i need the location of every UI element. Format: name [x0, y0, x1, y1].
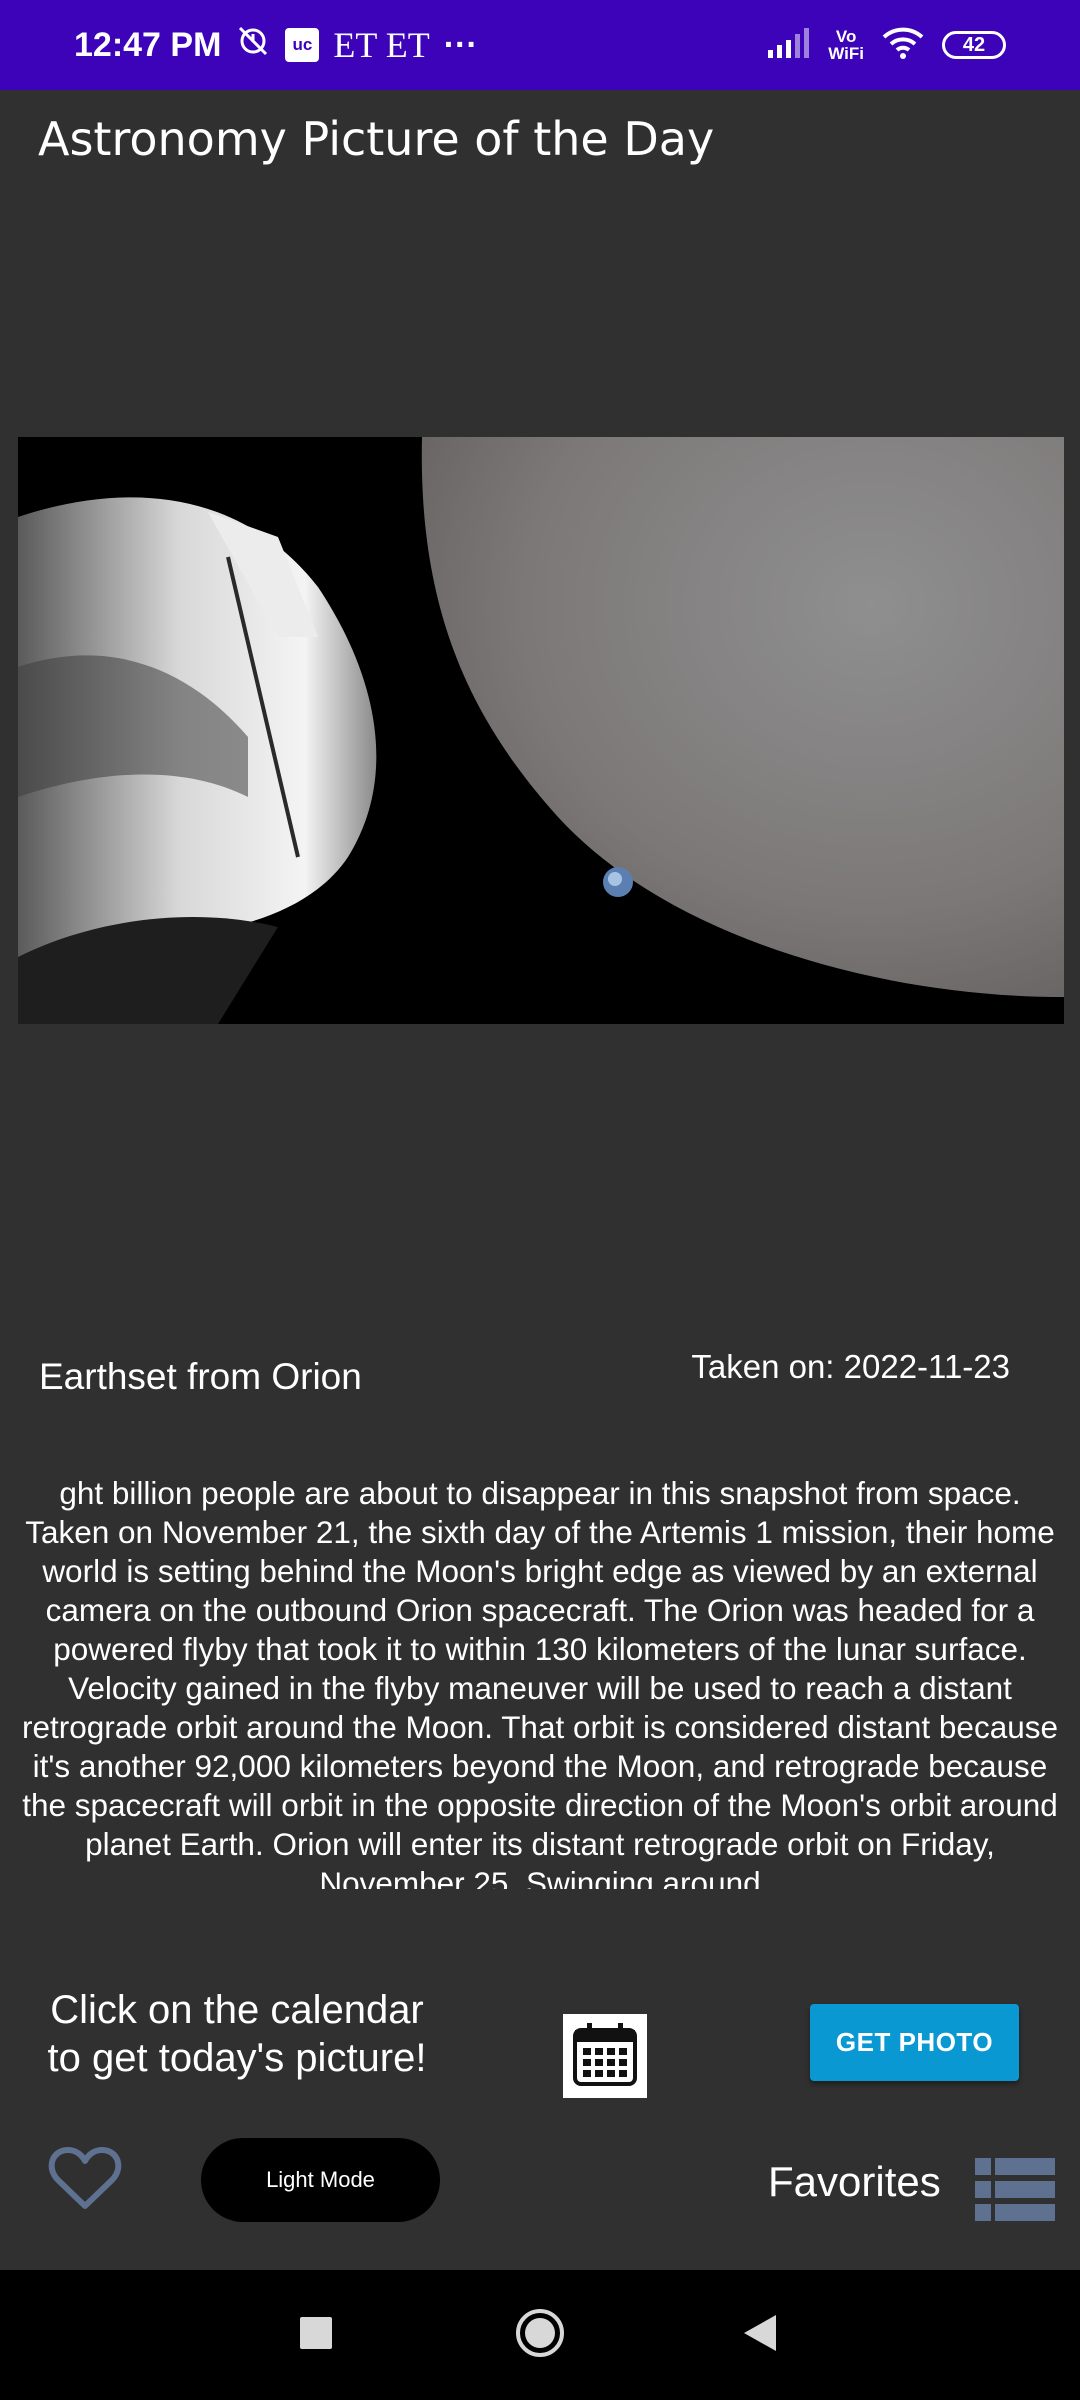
system-nav-bar [0, 2270, 1080, 2400]
wifi-icon [882, 27, 924, 64]
calendar-icon [571, 2020, 639, 2093]
taken-on-date: Taken on: 2022-11-23 [691, 1348, 1010, 1385]
mute-alarm-icon [235, 23, 271, 68]
favorites-list-button[interactable] [975, 2158, 1055, 2222]
nav-home-button[interactable] [500, 2270, 580, 2400]
list-icon [975, 2158, 1055, 2226]
apod-photo [18, 437, 1064, 1024]
heart-outline-icon [48, 2147, 122, 2216]
status-time: 12:47 PM [74, 25, 222, 64]
status-left: 12:47 PM uc ET ET ··· [74, 0, 478, 90]
square-icon [299, 2316, 333, 2355]
carrier-label: ET ET [333, 25, 430, 65]
status-bar: 12:47 PM uc ET ET ··· Vo WiFi 42 [0, 0, 1080, 90]
triangle-back-icon [742, 2313, 778, 2358]
photo-title: Earthset from Orion [39, 1356, 362, 1397]
circle-icon [514, 2307, 566, 2364]
calendar-button[interactable] [563, 2014, 647, 2098]
nav-back-button[interactable] [720, 2270, 800, 2400]
light-mode-button[interactable]: Light Mode [201, 2138, 440, 2222]
nav-recents-button[interactable] [276, 2270, 356, 2400]
vowifi-line2: WiFi [828, 44, 864, 63]
app-title: Astronomy Picture of the Day [38, 112, 715, 166]
status-right: Vo WiFi 42 [768, 0, 1006, 90]
get-photo-button[interactable]: GET PHOTO [810, 2004, 1019, 2081]
favorites-label[interactable]: Favorites [768, 2158, 941, 2206]
signal-icon [768, 27, 810, 63]
photo-description[interactable]: ght billion people are about to disappea… [20, 1474, 1060, 1889]
favorite-button[interactable] [48, 2144, 122, 2212]
uc-browser-icon: uc [285, 28, 320, 62]
vowifi-icon: Vo WiFi [828, 28, 864, 62]
calendar-hint: Click on the calendar to get today's pic… [47, 1988, 427, 2080]
battery-icon: 42 [942, 31, 1006, 59]
more-notifications-icon: ··· [443, 25, 478, 64]
